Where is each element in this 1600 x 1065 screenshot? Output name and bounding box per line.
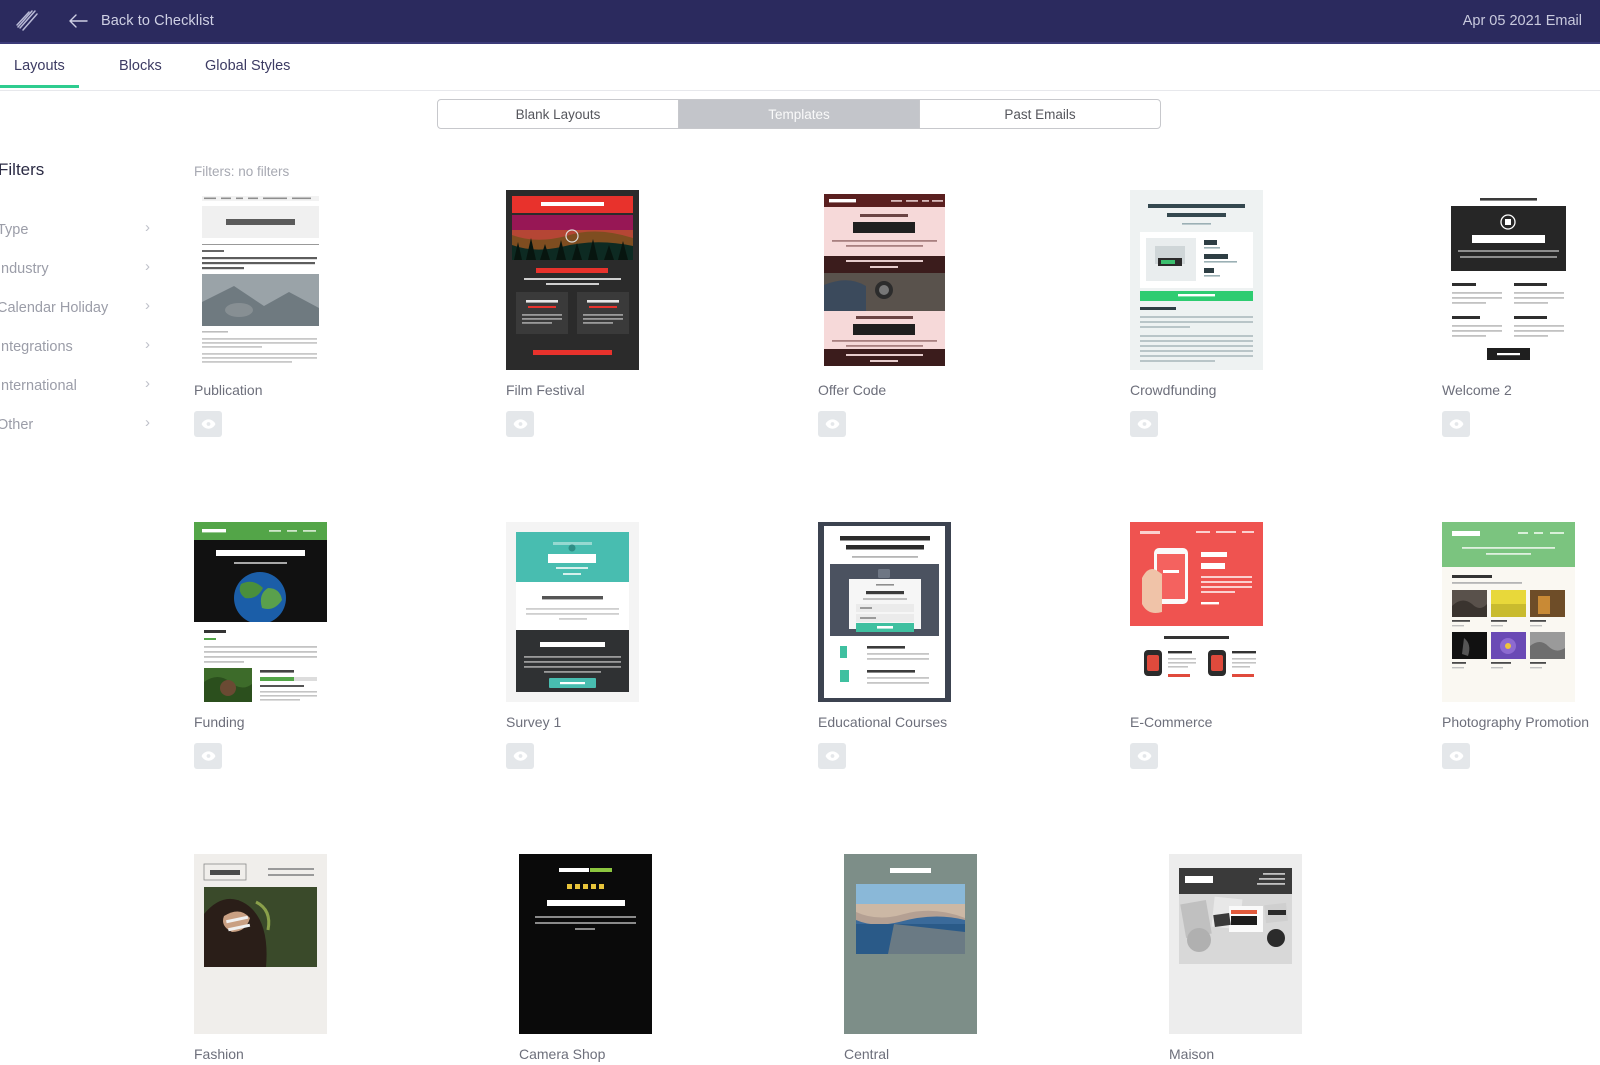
tab-blocks[interactable]: Blocks <box>119 58 162 88</box>
filter-item-type[interactable]: Type › <box>0 210 160 249</box>
filters-heading: Filters <box>0 160 45 179</box>
template-card-film-festival[interactable]: Film Festival <box>506 190 656 437</box>
preview-eye-icon[interactable] <box>1130 411 1158 437</box>
filter-item-integrations[interactable]: Integrations › <box>0 327 160 366</box>
template-thumbnail[interactable] <box>194 190 327 370</box>
preview-eye-icon[interactable] <box>1442 411 1470 437</box>
template-card-survey-1[interactable]: Survey 1 <box>506 522 656 769</box>
filter-item-other[interactable]: Other › <box>0 405 160 444</box>
template-title: Central <box>844 1046 890 1062</box>
sendinblue-logo-icon[interactable] <box>12 7 42 35</box>
template-card-maison[interactable]: Maison <box>1169 854 1332 1065</box>
template-card-fashion[interactable]: Fashion <box>194 854 357 1065</box>
chevron-right-icon: › <box>145 219 150 236</box>
template-grid: Publication Film Festival Offer Code Cro… <box>194 190 1594 1065</box>
editor-tab-bar: Layouts Blocks Global Styles <box>0 46 1600 91</box>
template-thumbnail[interactable] <box>519 854 652 1034</box>
template-thumbnail[interactable] <box>1169 854 1302 1034</box>
tab-layouts[interactable]: Layouts <box>0 58 79 88</box>
template-card-funding[interactable]: Funding <box>194 522 344 769</box>
active-filters-note: Filters: no filters <box>194 164 290 179</box>
template-card-welcome-2[interactable]: Welcome 2 <box>1442 190 1592 437</box>
back-arrow-icon[interactable] <box>67 10 89 32</box>
template-thumbnail[interactable] <box>818 522 951 702</box>
template-card-photography-promotion[interactable]: Photography Promotion <box>1442 522 1592 769</box>
template-title: Crowdfunding <box>1130 382 1217 398</box>
chevron-right-icon: › <box>145 258 150 275</box>
preview-eye-icon[interactable] <box>818 743 846 769</box>
template-title: Funding <box>194 714 245 730</box>
template-title: Maison <box>1169 1046 1215 1062</box>
filter-label: Integrations <box>0 338 73 355</box>
template-title: Educational Courses <box>818 714 948 730</box>
template-card-camera-shop[interactable]: Camera Shop <box>519 854 682 1065</box>
template-card-educational-courses[interactable]: Educational Courses <box>818 522 968 769</box>
template-card-crowdfunding[interactable]: Crowdfunding <box>1130 190 1280 437</box>
template-title: Publication <box>194 382 263 398</box>
segment-templates[interactable]: Templates <box>679 100 920 128</box>
preview-eye-icon[interactable] <box>1442 743 1470 769</box>
template-card-offer-code[interactable]: Offer Code <box>818 190 968 437</box>
template-thumbnail[interactable] <box>1130 522 1263 702</box>
template-grid-row: Fashion Camera Shop Central Maison <box>194 854 1594 1065</box>
chevron-right-icon: › <box>145 336 150 353</box>
top-bar: Back to Checklist Apr 05 2021 Email <box>0 0 1600 44</box>
source-segmented-control: Blank Layouts Templates Past Emails <box>437 99 1161 129</box>
template-thumbnail[interactable] <box>194 522 327 702</box>
template-thumbnail[interactable] <box>1130 190 1263 370</box>
preview-eye-icon[interactable] <box>506 743 534 769</box>
filter-item-calendar-holiday[interactable]: Calendar Holiday › <box>0 288 160 327</box>
filter-item-industry[interactable]: Industry › <box>0 249 160 288</box>
filter-label: Type <box>0 221 29 238</box>
template-title: Film Festival <box>506 382 585 398</box>
template-card-e-commerce[interactable]: E-Commerce <box>1130 522 1280 769</box>
back-to-checklist-link[interactable]: Back to Checklist <box>101 13 214 29</box>
template-title: Welcome 2 <box>1442 382 1512 398</box>
filter-label: Other <box>0 416 34 433</box>
template-thumbnail[interactable] <box>506 190 639 370</box>
segment-blank-layouts[interactable]: Blank Layouts <box>438 100 679 128</box>
template-thumbnail[interactable] <box>1442 522 1575 702</box>
template-grid-row: Funding Survey 1 Educational Courses E-C… <box>194 522 1594 769</box>
template-card-central[interactable]: Central <box>844 854 1007 1065</box>
template-thumbnail[interactable] <box>194 854 327 1034</box>
template-thumbnail[interactable] <box>1442 190 1575 370</box>
template-title: E-Commerce <box>1130 714 1213 730</box>
template-thumbnail[interactable] <box>818 190 951 370</box>
preview-eye-icon[interactable] <box>194 743 222 769</box>
filter-label: Calendar Holiday <box>0 299 109 316</box>
template-thumbnail[interactable] <box>506 522 639 702</box>
preview-eye-icon[interactable] <box>818 411 846 437</box>
chevron-right-icon: › <box>145 414 150 431</box>
template-title: Fashion <box>194 1046 244 1062</box>
campaign-name-label: Apr 05 2021 Email <box>1462 13 1582 29</box>
tab-global-styles[interactable]: Global Styles <box>205 58 290 88</box>
template-title: Photography Promotion <box>1442 714 1590 730</box>
filter-list: Type › Industry › Calendar Holiday › Int… <box>0 210 160 444</box>
template-thumbnail[interactable] <box>844 854 977 1034</box>
filter-item-international[interactable]: International › <box>0 366 160 405</box>
preview-eye-icon[interactable] <box>1130 743 1158 769</box>
template-title: Offer Code <box>818 382 887 398</box>
chevron-right-icon: › <box>145 297 150 314</box>
segment-past-emails[interactable]: Past Emails <box>920 100 1160 128</box>
preview-eye-icon[interactable] <box>506 411 534 437</box>
template-grid-row: Publication Film Festival Offer Code Cro… <box>194 190 1594 437</box>
chevron-right-icon: › <box>145 375 150 392</box>
filter-label: Industry <box>0 260 49 277</box>
template-card-publication[interactable]: Publication <box>194 190 344 437</box>
template-title: Survey 1 <box>506 714 562 730</box>
filter-label: International <box>0 377 77 394</box>
template-title: Camera Shop <box>519 1046 606 1062</box>
preview-eye-icon[interactable] <box>194 411 222 437</box>
